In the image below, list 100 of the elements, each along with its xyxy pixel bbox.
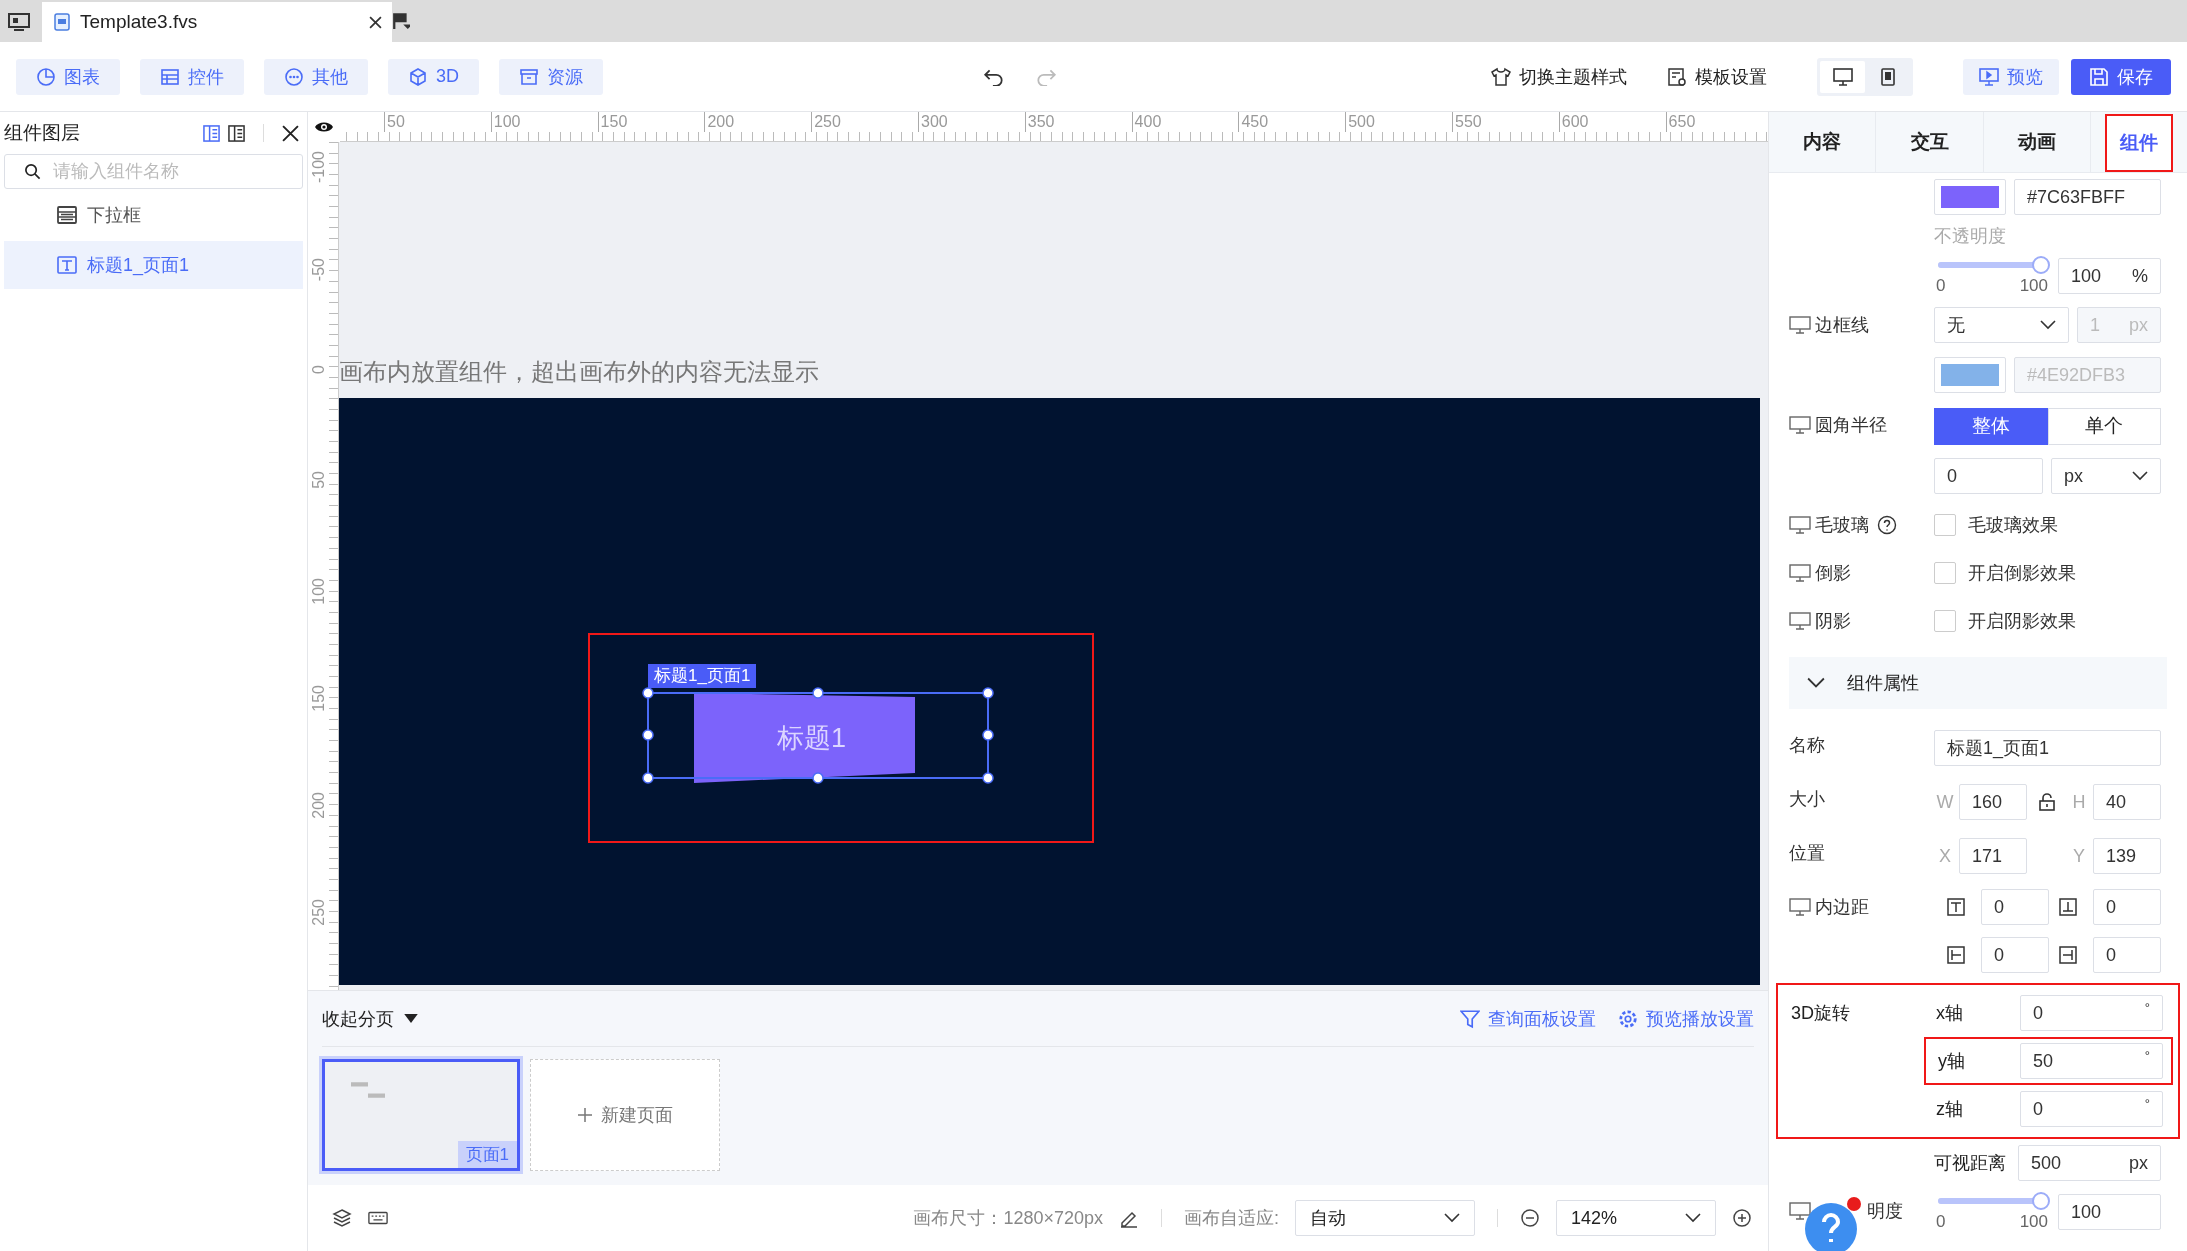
checkbox-label: 开启阴影效果 xyxy=(1968,610,2076,633)
opacity-field[interactable]: 100 % xyxy=(2058,258,2161,294)
field-label: 名称 xyxy=(1789,734,1825,757)
selection-frame[interactable] xyxy=(642,687,994,784)
radius-mode-toggle[interactable]: 单个 xyxy=(2047,407,2161,445)
axis-label: H xyxy=(2071,791,2087,813)
color-swatch[interactable] xyxy=(1934,179,2006,215)
axis-label: x轴 xyxy=(1936,1002,1963,1025)
template-settings-button[interactable]: 模板设置 xyxy=(1667,64,1767,89)
component-text: 标题1 xyxy=(777,722,847,755)
field-label: 内边距 xyxy=(1815,896,1869,919)
lock-icon[interactable] xyxy=(2038,793,2056,811)
padding-right-field[interactable]: 0 xyxy=(2093,937,2161,973)
save-icon xyxy=(2089,66,2109,87)
search-field[interactable]: 请输入组件名称 xyxy=(4,154,303,189)
ruler-label: 200 xyxy=(704,112,735,132)
split-view-icon[interactable] xyxy=(203,124,220,142)
radius-field[interactable]: 0 xyxy=(1934,458,2043,494)
chevron-icon xyxy=(2040,320,2056,330)
checkbox[interactable] xyxy=(1934,610,1956,632)
flag-icon[interactable] xyxy=(392,12,410,30)
slider-thumb[interactable] xyxy=(2032,256,2050,274)
query-panel-settings-link[interactable]: 查询面板设置 xyxy=(1460,1006,1596,1031)
axis-label: 可视距离 xyxy=(1934,1152,2006,1175)
view-distance-field[interactable]: 500 px xyxy=(2018,1145,2161,1181)
zoom-out-icon[interactable] xyxy=(1520,1208,1540,1228)
field-label: 阴影 xyxy=(1815,610,1851,633)
color-swatch[interactable] xyxy=(1934,357,2006,393)
ruler-label: 100 xyxy=(311,578,327,607)
desktop-view-button[interactable] xyxy=(1820,60,1865,93)
toolbar-button[interactable]: 其他 xyxy=(264,58,368,95)
eye-icon[interactable] xyxy=(314,120,334,134)
new-page-button[interactable]: 新建页面 xyxy=(530,1059,720,1171)
layer-item[interactable]: 下拉框 xyxy=(4,191,303,239)
save-button[interactable]: 保存 xyxy=(2071,58,2171,95)
close-icon[interactable] xyxy=(369,15,382,29)
monitor-icon xyxy=(1789,516,1811,534)
undo-icon[interactable] xyxy=(983,67,1005,86)
padding-left-icon xyxy=(1947,946,1965,964)
axis-label: z轴 xyxy=(1936,1098,1963,1121)
layers-icon[interactable] xyxy=(332,1208,352,1228)
name-field[interactable]: 标题1_页面1 xyxy=(1934,730,2161,766)
padding-bottom-field[interactable]: 0 xyxy=(2093,889,2161,925)
properties-tab[interactable]: 内容 xyxy=(1769,112,1877,172)
toolbar-button[interactable]: 图表 xyxy=(16,58,120,95)
ruler-label: 450 xyxy=(1238,112,1269,132)
toolbar-button[interactable]: 3D xyxy=(388,58,479,95)
width-field[interactable]: 160 xyxy=(1959,784,2027,820)
field-label: 毛玻璃 xyxy=(1815,514,1869,537)
color-value-field[interactable]: #7C63FBFF xyxy=(2014,179,2161,215)
height-field[interactable]: 40 xyxy=(2093,784,2161,820)
unit-select[interactable]: px xyxy=(2051,458,2161,494)
properties-tab[interactable]: 交互 xyxy=(1876,112,1984,172)
playback-settings-link[interactable]: 预览播放设置 xyxy=(1618,1006,1754,1031)
ruler-label: 650 xyxy=(1665,112,1696,132)
monitor-icon xyxy=(1789,898,1811,916)
zoom-in-icon[interactable] xyxy=(1732,1208,1752,1228)
radius-mode-toggle[interactable]: 整体 xyxy=(1934,407,2048,445)
ruler-label: -50 xyxy=(311,257,327,283)
field-label: 3D旋转 xyxy=(1791,1002,1851,1025)
theme-button[interactable]: 切换主题样式 xyxy=(1491,64,1627,89)
canvas-fit-label: 画布自适应: xyxy=(1184,1207,1279,1230)
zoom-select[interactable]: 142% xyxy=(1556,1200,1716,1236)
slider-max: 100 xyxy=(2019,276,2048,296)
checkbox[interactable] xyxy=(1934,562,1956,584)
border-style-select[interactable]: 无 xyxy=(1934,307,2069,343)
ruler-label: 350 xyxy=(1024,112,1055,132)
section-header[interactable]: 组件属性 xyxy=(1789,657,2167,709)
slider-min: 0 xyxy=(1936,1212,1946,1232)
toolbar-button[interactable]: 资源 xyxy=(499,58,603,95)
preview-button[interactable]: 预览 xyxy=(1963,58,2059,95)
text-icon xyxy=(57,256,77,274)
properties-tab[interactable]: 组件 xyxy=(2105,114,2173,172)
padding-left-field[interactable]: 0 xyxy=(1981,937,2049,973)
help-button[interactable] xyxy=(1803,1199,1859,1251)
ruler-label: 400 xyxy=(1131,112,1162,132)
ruler-label: 250 xyxy=(811,112,841,132)
monitor-icon xyxy=(1789,1202,1811,1220)
canvas-fit-select[interactable]: 自动 xyxy=(1295,1200,1475,1236)
slider-thumb[interactable] xyxy=(2032,1192,2050,1210)
ruler-label: -100 xyxy=(311,151,327,185)
slider-max: 100 xyxy=(2019,1212,2048,1232)
axis-label: W xyxy=(1935,791,1955,813)
axis-label: Y xyxy=(2072,845,2086,867)
toolbar-button[interactable]: 控件 xyxy=(140,58,244,95)
help-icon[interactable] xyxy=(1877,515,1897,535)
y-field[interactable]: 139 xyxy=(2093,838,2161,874)
opacity-field[interactable]: 100 xyxy=(2058,1194,2161,1230)
filter-icon xyxy=(1460,1008,1480,1029)
close-icon[interactable] xyxy=(282,124,299,142)
list-view-icon[interactable] xyxy=(228,124,245,142)
padding-top-field[interactable]: 0 xyxy=(1981,889,2049,925)
layer-item[interactable]: 标题1_页面1 xyxy=(4,241,303,289)
collapse-pages-button[interactable]: 收起分页 xyxy=(322,1006,418,1031)
file-tab-title: Template3.fvs xyxy=(80,11,199,33)
checkbox[interactable] xyxy=(1934,514,1956,536)
title-component-shape[interactable] xyxy=(694,693,915,783)
x-field[interactable]: 171 xyxy=(1959,838,2027,874)
properties-tab[interactable]: 动画 xyxy=(1983,112,2092,172)
file-tab[interactable]: Template3.fvs xyxy=(42,2,392,42)
